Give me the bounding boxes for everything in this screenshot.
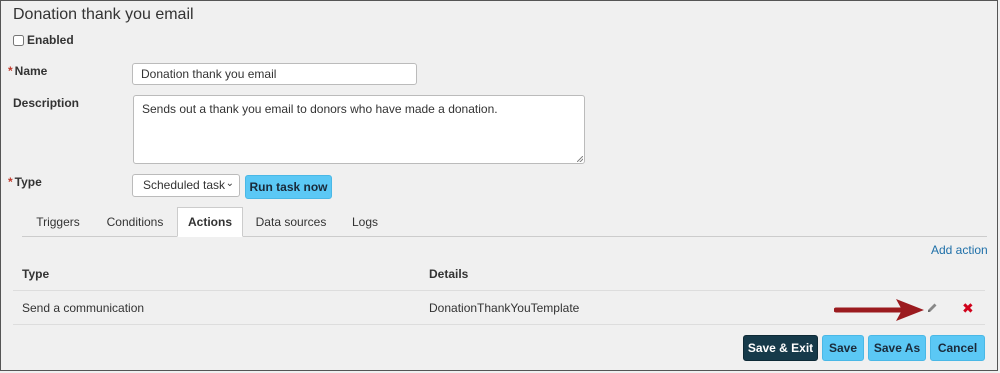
delete-x-icon[interactable]: ✖ [962, 300, 974, 317]
required-mark: * [8, 175, 13, 189]
row-details-cell: DonationThankYouTemplate [429, 301, 580, 315]
tab-bar: Triggers Conditions Actions Data sources… [22, 207, 987, 237]
tab-conditions[interactable]: Conditions [97, 207, 173, 236]
type-label-wrap: * Type [8, 175, 42, 189]
enabled-checkbox-row[interactable]: Enabled [13, 33, 74, 47]
resize-grip-icon[interactable] [577, 156, 583, 162]
save-and-exit-button[interactable]: Save & Exit [743, 335, 818, 361]
column-header-type: Type [22, 267, 50, 281]
row-type-cell: Send a communication [22, 301, 145, 315]
run-task-now-button[interactable]: Run task now [245, 175, 332, 199]
enabled-label: Enabled [27, 33, 74, 47]
description-wrap: Sends out a thank you email to donors wh… [133, 95, 585, 164]
page-title: Donation thank you email [13, 6, 194, 23]
cancel-button[interactable]: Cancel [930, 335, 985, 361]
arrow-annotation-icon [834, 299, 924, 321]
enabled-checkbox[interactable] [13, 34, 24, 46]
column-header-details: Details [429, 267, 469, 281]
tab-actions[interactable]: Actions [177, 207, 243, 237]
name-input[interactable] [132, 63, 417, 85]
tab-data-sources[interactable]: Data sources [250, 207, 332, 236]
pencil-icon[interactable] [926, 302, 938, 314]
add-action-link[interactable]: Add action [931, 243, 988, 257]
save-as-button[interactable]: Save As [868, 335, 926, 361]
tab-triggers[interactable]: Triggers [22, 207, 94, 236]
save-button[interactable]: Save [822, 335, 864, 361]
type-label: Type [14, 175, 42, 189]
name-label: Name [14, 64, 48, 78]
table-header-divider [13, 290, 985, 291]
table-row-divider [13, 324, 985, 325]
type-select[interactable]: Scheduled task ⌄ [132, 174, 240, 197]
required-mark: * [8, 64, 13, 78]
tab-logs[interactable]: Logs [340, 207, 390, 236]
name-label-wrap: * Name [8, 64, 47, 78]
description-label: Description [13, 96, 80, 110]
chevron-down-icon: ⌄ [225, 178, 234, 189]
type-select-value: Scheduled task [143, 178, 226, 192]
description-textarea[interactable]: Sends out a thank you email to donors wh… [133, 95, 585, 164]
